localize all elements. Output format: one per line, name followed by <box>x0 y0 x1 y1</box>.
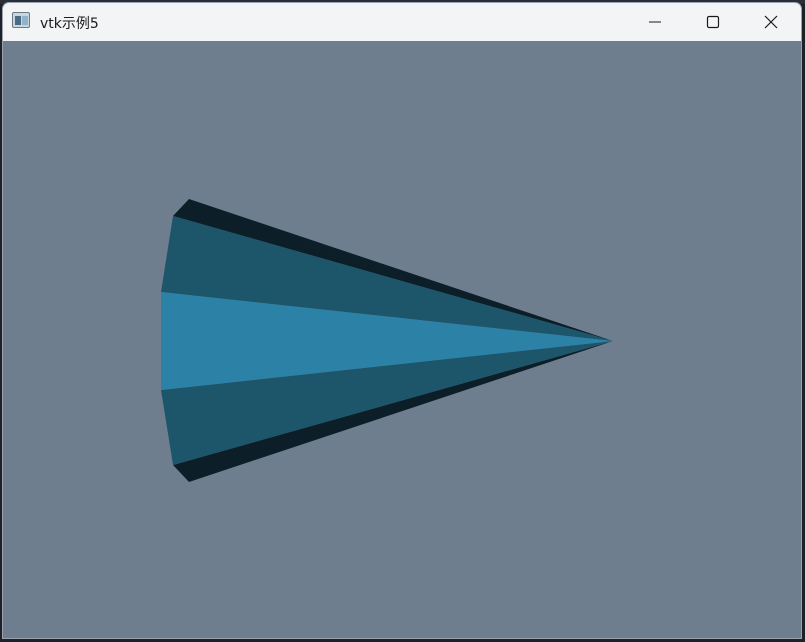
cone-render <box>161 199 613 482</box>
window-title: vtk示例5 <box>40 16 99 32</box>
maximize-icon <box>706 15 720 29</box>
vtk-render-viewport[interactable] <box>3 41 801 638</box>
maximize-button[interactable] <box>684 3 742 41</box>
title-bar[interactable]: vtk示例5 <box>3 3 801 41</box>
minimize-button[interactable] <box>626 3 684 41</box>
close-button[interactable] <box>742 3 800 41</box>
minimize-icon <box>649 21 661 23</box>
app-window: vtk示例5 <box>2 2 802 639</box>
close-icon <box>764 15 778 29</box>
app-icon <box>12 12 30 28</box>
